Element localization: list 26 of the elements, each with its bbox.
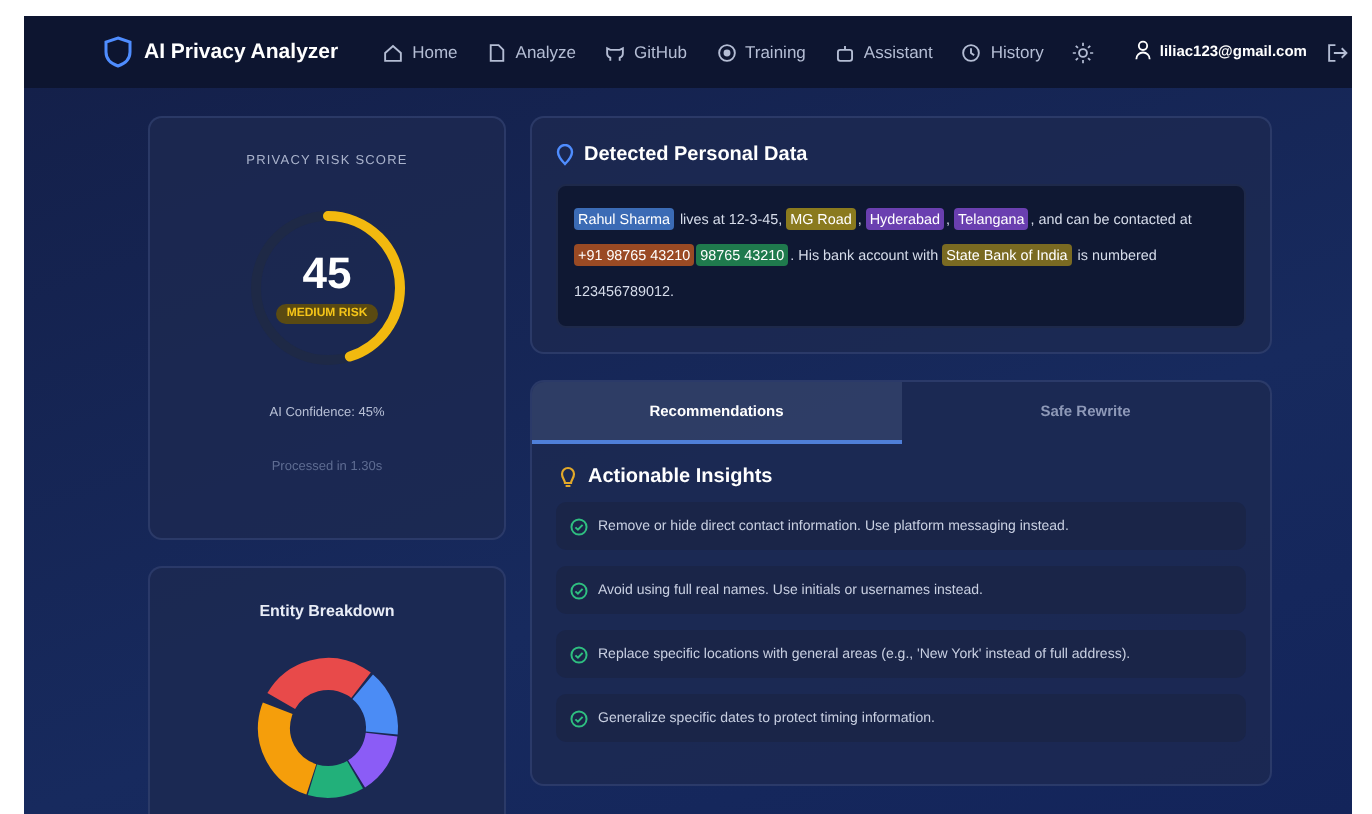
donut-chart-drawing [255, 656, 399, 800]
nav-link[interactable]: Analyze [485, 41, 577, 63]
check-circle-icon [570, 645, 588, 663]
lightbulb-icon [560, 466, 576, 488]
nav-link[interactable]: GitHub [604, 41, 687, 63]
sun-icon[interactable] [1071, 41, 1094, 63]
section-title: Detected Personal Data [584, 144, 808, 166]
clock-icon [960, 41, 983, 63]
target-icon [715, 41, 737, 63]
check-circle-icon [570, 581, 588, 599]
nav-link[interactable]: Home [382, 41, 458, 63]
document-icon [485, 41, 508, 63]
app-title: AI Privacy Analyzer [144, 40, 339, 64]
nav-link[interactable]: Training [715, 41, 806, 63]
user-icon [1133, 40, 1152, 60]
risk-score: 45 [302, 252, 352, 296]
nav-link[interactable]: Assistant [833, 41, 933, 63]
card-title: Entity Breakdown [259, 602, 395, 620]
section-title: Actionable Insights [588, 466, 773, 488]
check-circle-icon [570, 517, 588, 535]
shield-icon [104, 36, 132, 68]
nav-link[interactable]: History [960, 41, 1044, 63]
logout-icon[interactable] [1326, 41, 1349, 63]
location-pin-icon [556, 144, 574, 166]
home-icon [382, 41, 405, 63]
check-circle-icon [570, 709, 588, 727]
